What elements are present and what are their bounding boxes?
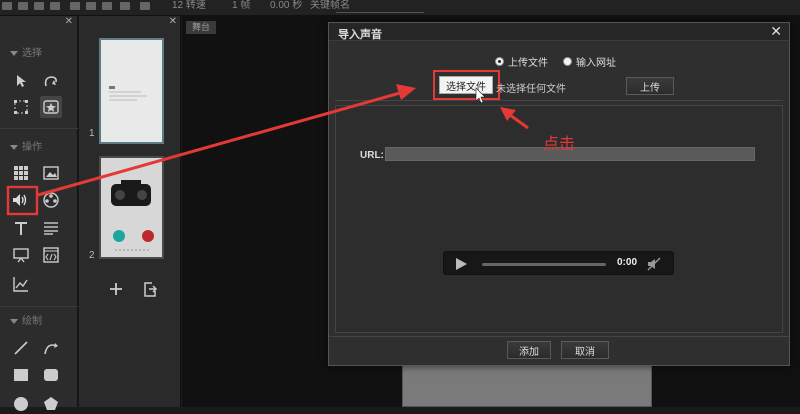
top-toolbar: 12 转速 1 帧 0.00 秒 关键帧名 — [0, 0, 800, 16]
paragraph-icon[interactable] — [40, 217, 62, 239]
url-label: URL: — [360, 150, 384, 161]
page-number: 2 — [89, 250, 95, 261]
toolbar-icon[interactable] — [2, 2, 12, 10]
page-number: 1 — [89, 128, 95, 139]
import-sound-dialog: 导入声音 ✕ 上传文件 输入网址 选择文件 未选择任何文件 上传 URL: 0:… — [328, 22, 790, 366]
tab-stage[interactable]: 舞台 — [186, 21, 216, 34]
radio-upload-label: 上传文件 — [508, 58, 548, 69]
line-icon[interactable] — [10, 337, 32, 359]
mute-icon[interactable] — [646, 256, 662, 272]
pentagon-icon[interactable] — [40, 392, 62, 414]
toolbar-icon[interactable] — [86, 2, 96, 10]
image-icon[interactable] — [40, 162, 62, 184]
toolbar-icon[interactable] — [102, 2, 112, 10]
annotation-text: 点击 — [543, 134, 576, 153]
video-reel-icon[interactable] — [40, 189, 62, 211]
audio-progress-track[interactable] — [482, 263, 606, 266]
dialog-titlebar: 导入声音 ✕ — [329, 23, 789, 41]
import-page-icon[interactable] — [139, 278, 161, 300]
section-edit-label: 操作 — [22, 142, 42, 153]
keyframe-name-label: 关键帧名 — [310, 0, 350, 11]
close-icon[interactable]: ✕ — [770, 24, 782, 38]
circle-icon[interactable] — [10, 392, 32, 414]
dialog-title: 导入声音 — [338, 29, 382, 41]
rotate-speed-label: 12 转速 — [172, 0, 206, 11]
toolbar-icon[interactable] — [140, 2, 150, 10]
chart-icon[interactable] — [10, 273, 32, 295]
audio-player: 0:00 — [443, 251, 674, 275]
audio-icon[interactable] — [10, 189, 32, 211]
add-page-icon[interactable] — [105, 278, 127, 300]
audio-time: 0:00 — [617, 257, 638, 268]
curve-icon[interactable] — [40, 337, 62, 359]
grid-select-icon[interactable] — [10, 96, 32, 118]
time-label: 0.00 秒 — [270, 0, 303, 11]
page-thumbnail[interactable] — [99, 38, 164, 144]
no-file-chosen-text: 未选择任何文件 — [496, 84, 566, 95]
grid-icon[interactable] — [10, 162, 32, 184]
radio-selected-icon[interactable] — [495, 57, 504, 66]
section-select-header[interactable]: 选择 — [10, 44, 42, 59]
code-icon[interactable] — [40, 244, 62, 266]
radio-upload-file[interactable]: 上传文件 — [495, 54, 548, 69]
divider — [335, 100, 783, 101]
footer-divider — [329, 336, 789, 337]
section-edit-header[interactable]: 操作 — [10, 138, 42, 153]
section-draw-label: 绘制 — [22, 316, 42, 327]
screen-icon[interactable] — [10, 244, 32, 266]
play-icon[interactable] — [456, 258, 467, 270]
frame-label: 1 帧 — [232, 0, 251, 11]
box-select-icon[interactable] — [40, 96, 62, 118]
section-select-label: 选择 — [22, 48, 42, 59]
toolbar-icon[interactable] — [18, 2, 28, 10]
radio-url-label: 输入网址 — [576, 58, 616, 69]
highlight-box — [433, 70, 500, 100]
panel-close-icon[interactable]: ✕ — [65, 16, 73, 27]
pages-panel: ✕ 1 2 — [79, 16, 181, 407]
page-thumbnail[interactable] — [99, 156, 164, 259]
add-button[interactable]: 添加 — [507, 341, 551, 359]
rounded-rect-icon[interactable] — [40, 364, 62, 386]
panel-close-icon[interactable]: ✕ — [169, 16, 177, 27]
section-draw-header[interactable]: 绘制 — [10, 312, 42, 327]
rect-icon[interactable] — [10, 364, 32, 386]
cancel-button[interactable]: 取消 — [561, 341, 609, 359]
tools-panel: ✕ 选择 操作 绘制 — [0, 16, 78, 411]
lasso-icon[interactable] — [40, 70, 62, 92]
toolbar-icon[interactable] — [50, 2, 60, 10]
arrow-select-icon[interactable] — [10, 70, 32, 92]
text-icon[interactable] — [10, 217, 32, 239]
upload-button[interactable]: 上传 — [626, 77, 674, 95]
radio-enter-url[interactable]: 输入网址 — [563, 54, 616, 69]
stage-canvas[interactable] — [402, 362, 652, 407]
toolbar-icon[interactable] — [120, 2, 130, 10]
toolbar-icon[interactable] — [34, 2, 44, 10]
toolbar-icon[interactable] — [70, 2, 80, 10]
keyframe-name-field[interactable] — [336, 12, 424, 13]
radio-unselected-icon[interactable] — [563, 57, 572, 66]
